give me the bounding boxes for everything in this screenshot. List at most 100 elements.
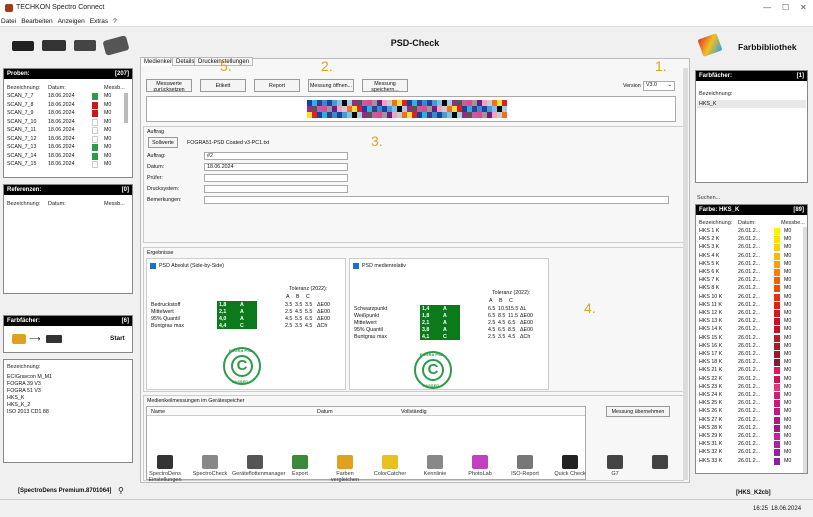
color-name[interactable]: HKS 14 K — [699, 326, 722, 332]
color-name[interactable]: HKS 16 K — [699, 343, 722, 349]
colors-col-name[interactable]: Bezeichnung: — [699, 220, 732, 226]
col-meas[interactable]: Messb... — [104, 85, 125, 91]
color-name[interactable]: HKS 18 K — [699, 359, 722, 365]
menu-bearbeiten[interactable]: Bearbeiten — [21, 18, 52, 25]
toolbar-item[interactable]: Quick Check — [547, 455, 593, 477]
toolbar-item[interactable]: Geräteflottenmanager — [232, 455, 286, 477]
color-name[interactable]: HKS 7 K — [699, 277, 719, 283]
farbfaecher-item[interactable]: FOGRA 51 V3 — [7, 388, 41, 394]
color-name[interactable]: HKS 6 K — [699, 269, 719, 275]
device-3-icon[interactable] — [74, 40, 96, 51]
ref-col-name[interactable]: Bezeichnung: — [7, 201, 40, 207]
color-name[interactable]: HKS 8 K — [699, 285, 719, 291]
color-name[interactable]: HKS 11 K — [699, 302, 722, 308]
save-measurement-button[interactable]: Messung speichern... — [362, 79, 408, 93]
ref-col-meas[interactable]: Messb... — [104, 201, 125, 207]
start-button[interactable]: Start — [110, 335, 125, 342]
toolbar-item[interactable]: Export — [277, 455, 323, 477]
device-4-icon[interactable] — [102, 35, 130, 56]
farbfaecher-item[interactable]: FOGRA 39 V3 — [7, 381, 41, 387]
field-input[interactable] — [204, 185, 348, 193]
col-name[interactable]: Name — [151, 409, 165, 415]
close-button[interactable]: ✕ — [800, 3, 807, 12]
take-measurement-button[interactable]: Messung übernehmen — [606, 406, 670, 417]
farbfaecher-item[interactable]: ECIGravcon M_M1 — [7, 374, 52, 380]
menu-datei[interactable]: Datei — [1, 18, 16, 25]
col-date[interactable]: Datum — [317, 409, 333, 415]
color-name[interactable]: HKS 23 K — [699, 384, 722, 390]
color-name[interactable]: HKS 21 K — [699, 367, 722, 373]
menu-anzeigen[interactable]: Anzeigen — [58, 18, 85, 25]
device-2-icon[interactable] — [42, 40, 66, 51]
probe-name[interactable]: SCAN_7_11 — [7, 127, 36, 133]
farbfaecher-item[interactable]: ISO 2013 CD1 88 — [7, 409, 49, 415]
version-select[interactable]: V3.0 ⌄ — [643, 81, 675, 91]
colors-col-meas[interactable]: Messbe... — [781, 220, 805, 226]
color-name[interactable]: HKS 22 K — [699, 376, 722, 382]
color-name[interactable]: HKS 2 K — [699, 236, 719, 242]
toolbar-item[interactable]: ColorCatcher — [367, 455, 413, 477]
field-input[interactable] — [204, 174, 348, 182]
probe-name[interactable]: SCAN_7_10 — [7, 119, 36, 125]
color-name[interactable]: HKS 32 K — [699, 449, 722, 455]
color-name[interactable]: HKS 27 K — [699, 417, 722, 423]
field-input[interactable] — [204, 196, 669, 204]
toolbar-item[interactable]: SpectroDens Einstellungen — [142, 455, 188, 483]
color-name[interactable]: HKS 28 K — [699, 425, 722, 431]
search-input[interactable]: Suchen... — [697, 195, 720, 201]
color-name[interactable]: HKS 12 K — [699, 310, 722, 316]
col-date[interactable]: Datum: — [48, 85, 66, 91]
color-name[interactable]: HKS 15 K — [699, 335, 722, 341]
ref-col-date[interactable]: Datum: — [48, 201, 66, 207]
probe-name[interactable]: SCAN_7_9 — [7, 110, 34, 116]
toolbar-item[interactable]: PhotoLab — [457, 455, 503, 477]
color-name[interactable]: HKS 1 K — [699, 228, 719, 234]
probes-scrollbar[interactable] — [124, 93, 128, 123]
probe-name[interactable]: SCAN_7_8 — [7, 102, 34, 108]
toolbar-item[interactable]: SpectroCheck — [187, 455, 233, 477]
probe-name[interactable]: SCAN_7_7 — [7, 93, 34, 99]
farbfaecher-item[interactable]: HKS_K_2 — [7, 402, 30, 408]
color-name[interactable]: HKS 33 K — [699, 458, 722, 464]
reset-values-button[interactable]: Messwerte zurücksetzen — [146, 79, 192, 93]
main-scrollbar[interactable] — [683, 68, 688, 480]
color-name[interactable]: HKS 25 K — [699, 400, 722, 406]
colors-scrollbar[interactable] — [803, 227, 807, 473]
color-name[interactable]: HKS 13 K — [699, 318, 722, 324]
menu-extras[interactable]: Extras — [90, 18, 108, 25]
field-input[interactable]: 18.06.2024 — [204, 163, 348, 171]
probe-name[interactable]: SCAN_7_13 — [7, 144, 36, 150]
toolbar-item[interactable]: Farben vergleichen — [322, 455, 368, 483]
field-input[interactable]: #2 — [204, 152, 348, 160]
etikett-button[interactable]: Etikett — [200, 79, 246, 92]
colors-col-date[interactable]: Datum: — [738, 220, 756, 226]
toolbar-item[interactable]: ISO-Report — [502, 455, 548, 477]
toolbar-item[interactable] — [637, 455, 683, 471]
sollwerte-button[interactable]: Sollwerte — [148, 137, 178, 148]
farbfaecher-item[interactable]: HKS_K — [7, 395, 24, 401]
color-name[interactable]: HKS 10 K — [699, 294, 722, 300]
menu-help[interactable]: ? — [113, 18, 117, 25]
probe-name[interactable]: SCAN_7_14 — [7, 153, 36, 159]
color-name[interactable]: HKS 31 K — [699, 441, 722, 447]
right-farb-col-name[interactable]: Bezeichnung: — [699, 91, 732, 97]
color-name[interactable]: HKS 26 K — [699, 408, 722, 414]
open-measurement-button[interactable]: Messung öffnen... — [308, 79, 354, 92]
minimize-button[interactable]: — — [763, 3, 771, 12]
farbfaecher-hks-k[interactable]: HKS_K — [699, 101, 716, 107]
spectrodens-device-icon[interactable] — [12, 41, 34, 51]
probe-name[interactable]: SCAN_7_12 — [7, 136, 36, 142]
color-name[interactable]: HKS 24 K — [699, 392, 722, 398]
toolbar-item[interactable]: G7 — [592, 455, 638, 477]
report-button[interactable]: Report — [254, 79, 300, 92]
farb-col-name[interactable]: Bezeichnung: — [7, 364, 40, 370]
maximize-button[interactable]: ☐ — [782, 3, 789, 12]
color-name[interactable]: HKS 29 K — [699, 433, 722, 439]
color-name[interactable]: HKS 5 K — [699, 261, 719, 267]
col-name[interactable]: Bezeichnung: — [7, 85, 40, 91]
probe-name[interactable]: SCAN_7_15 — [7, 161, 36, 167]
toolbar-item[interactable]: Kennlinie — [412, 455, 458, 477]
col-complete[interactable]: Vollständig — [401, 409, 427, 415]
color-name[interactable]: HKS 17 K — [699, 351, 722, 357]
color-name[interactable]: HKS 3 K — [699, 244, 719, 250]
